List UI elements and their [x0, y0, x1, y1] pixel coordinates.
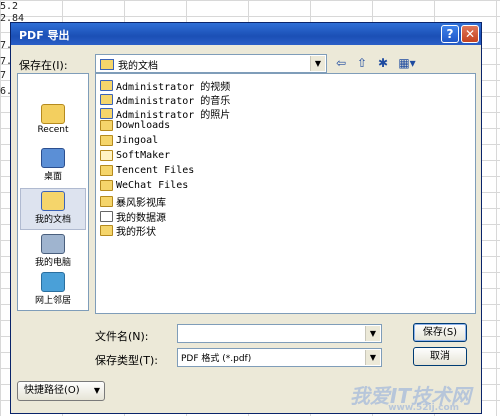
- filetype-select[interactable]: PDF 格式 (*.pdf) ▼: [177, 348, 382, 367]
- recent-folder-icon: [41, 104, 65, 124]
- chevron-down-icon[interactable]: ▼: [365, 350, 380, 365]
- folder-icon: [100, 225, 113, 236]
- folder-icon: [100, 80, 113, 91]
- my-computer-icon: [41, 234, 65, 254]
- folder-icon: [100, 120, 113, 131]
- list-item[interactable]: Administrator 的音乐: [100, 92, 230, 107]
- chevron-down-icon[interactable]: ▼: [310, 56, 325, 71]
- filename-input[interactable]: ▼: [177, 324, 382, 343]
- folder-icon: [100, 165, 113, 176]
- file-list[interactable]: Administrator 的视频 Administrator 的音乐 Admi…: [95, 73, 476, 314]
- help-button[interactable]: ?: [441, 25, 459, 43]
- place-recent[interactable]: Recent: [20, 102, 86, 144]
- list-item[interactable]: 暴风影视库: [100, 194, 166, 209]
- close-button[interactable]: ✕: [461, 25, 479, 43]
- list-item[interactable]: Administrator 的照片: [100, 106, 230, 121]
- save-in-combo[interactable]: 我的文档 ▼: [95, 54, 327, 73]
- filetype-label: 保存类型(T):: [95, 354, 159, 367]
- desktop-icon: [41, 148, 65, 168]
- places-bar: Recent 桌面 我的文档 我的电脑 网上邻居: [17, 73, 89, 311]
- place-desktop[interactable]: 桌面: [20, 146, 86, 188]
- save-button[interactable]: 保存(S): [413, 323, 467, 342]
- place-my-documents[interactable]: 我的文档: [20, 188, 86, 230]
- sheet-cell: 7: [0, 70, 7, 81]
- folder-icon: [100, 180, 113, 191]
- place-network[interactable]: 网上邻居: [20, 270, 86, 312]
- list-item[interactable]: 我的数据源: [100, 209, 166, 224]
- list-item[interactable]: WeChat Files: [100, 180, 188, 194]
- cancel-button[interactable]: 取消: [413, 347, 467, 366]
- chevron-down-icon[interactable]: ▼: [365, 326, 380, 341]
- save-in-label: 保存在(I):: [19, 59, 68, 72]
- dialog-titlebar[interactable]: PDF 导出 ? ✕: [11, 23, 481, 45]
- folder-icon: [100, 150, 113, 161]
- dialog-title: PDF 导出: [19, 29, 70, 42]
- place-my-computer[interactable]: 我的电脑: [20, 232, 86, 274]
- list-item[interactable]: Downloads: [100, 120, 170, 134]
- up-folder-icon[interactable]: ⇧: [352, 54, 372, 72]
- list-item[interactable]: SoftMaker: [100, 150, 170, 164]
- sheet-cell: 5.2: [0, 1, 19, 12]
- shortcut-path-button[interactable]: 快捷路径(O) ▼: [17, 381, 105, 401]
- filetype-value: PDF 格式 (*.pdf): [181, 354, 252, 364]
- new-folder-icon[interactable]: ✱: [373, 54, 393, 72]
- folder-icon: [100, 94, 113, 105]
- save-in-value: 我的文档: [118, 61, 158, 72]
- data-source-icon: [100, 211, 113, 222]
- network-icon: [41, 272, 65, 292]
- folder-icon: [100, 135, 113, 146]
- filename-label: 文件名(N):: [95, 330, 149, 343]
- folder-icon: [100, 196, 113, 207]
- list-item[interactable]: Jingoal: [100, 135, 158, 149]
- my-documents-icon: [41, 191, 65, 211]
- back-arrow-icon[interactable]: ⇦: [331, 54, 351, 72]
- pdf-export-dialog: PDF 导出 ? ✕ 保存在(I): 我的文档 ▼ ⇦ ⇧ ✱ ▦▾ Recen…: [10, 22, 482, 414]
- list-item[interactable]: 我的形状: [100, 223, 156, 238]
- view-menu-icon[interactable]: ▦▾: [394, 54, 420, 72]
- chevron-down-icon: ▼: [93, 386, 100, 395]
- my-documents-icon: [100, 59, 114, 70]
- watermark-url: www.52ij.com: [388, 403, 459, 413]
- folder-icon: [100, 108, 113, 119]
- list-item[interactable]: Tencent Files: [100, 165, 194, 179]
- list-item[interactable]: Administrator 的视频: [100, 78, 230, 93]
